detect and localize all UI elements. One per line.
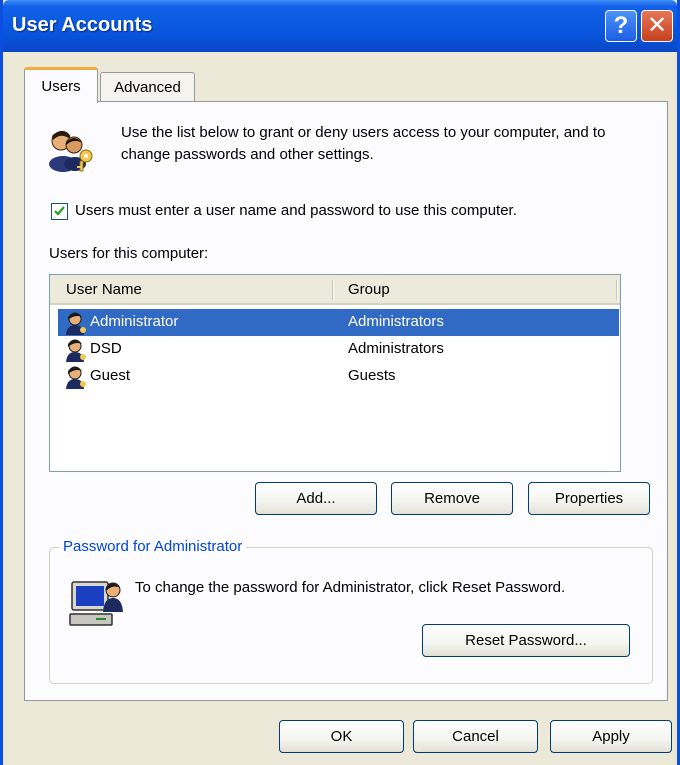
column-header-user-name[interactable]: User Name [66,281,142,298]
help-button[interactable]: ? [605,10,637,42]
user-group: Guests [348,367,396,384]
users-key-icon [49,130,93,172]
list-header: User Name Group [50,275,620,305]
table-row[interactable]: Administrator Administrators [58,309,619,336]
tab-advanced-label: Advanced [114,79,181,96]
add-user-button[interactable]: Add... [255,482,377,515]
reset-password-button[interactable]: Reset Password... [422,624,630,657]
user-group: Administrators [348,340,444,357]
remove-user-button[interactable]: Remove [391,482,513,515]
computer-user-icon [69,581,123,626]
user-icon [66,339,86,362]
user-icon [66,312,86,335]
table-row[interactable]: DSD Administrators [58,336,619,363]
column-divider[interactable] [616,280,618,300]
users-list-label: Users for this computer: [49,245,209,262]
tab-users-label: Users [41,78,81,95]
tab-advanced[interactable]: Advanced [100,72,195,102]
table-row[interactable]: Guest Guests [58,363,619,390]
user-name: Administrator [90,313,179,330]
tab-users[interactable]: Users [24,67,98,103]
intro-text: Use the list below to grant or deny user… [121,124,606,163]
checkmark-icon [54,206,65,216]
column-divider[interactable] [332,280,334,300]
require-login-checkbox[interactable] [51,203,68,220]
properties-button[interactable]: Properties [528,482,650,515]
cancel-button[interactable]: Cancel [413,720,538,753]
require-login-label[interactable]: Users must enter a user name and passwor… [75,202,517,219]
ok-button[interactable]: OK [279,720,404,753]
close-button[interactable]: ✕ [641,10,673,42]
user-group: Administrators [348,313,444,330]
user-accounts-window: User Accounts ? ✕ Users Advanced Use the… [0,0,680,765]
users-list[interactable]: User Name Group Administrator Administra… [49,274,621,472]
title-bar[interactable]: User Accounts ? ✕ [3,0,677,52]
users-tab-panel: Use the list below to grant or deny user… [24,101,668,701]
user-name: DSD [90,340,122,357]
user-icon [66,366,86,389]
password-group-legend: Password for Administrator [59,538,247,555]
password-instructions: To change the password for Administrator… [135,579,566,596]
password-groupbox [49,547,653,684]
window-title: User Accounts [12,14,153,36]
column-header-group[interactable]: Group [348,281,390,298]
apply-button[interactable]: Apply [550,720,672,753]
user-name: Guest [90,367,131,384]
